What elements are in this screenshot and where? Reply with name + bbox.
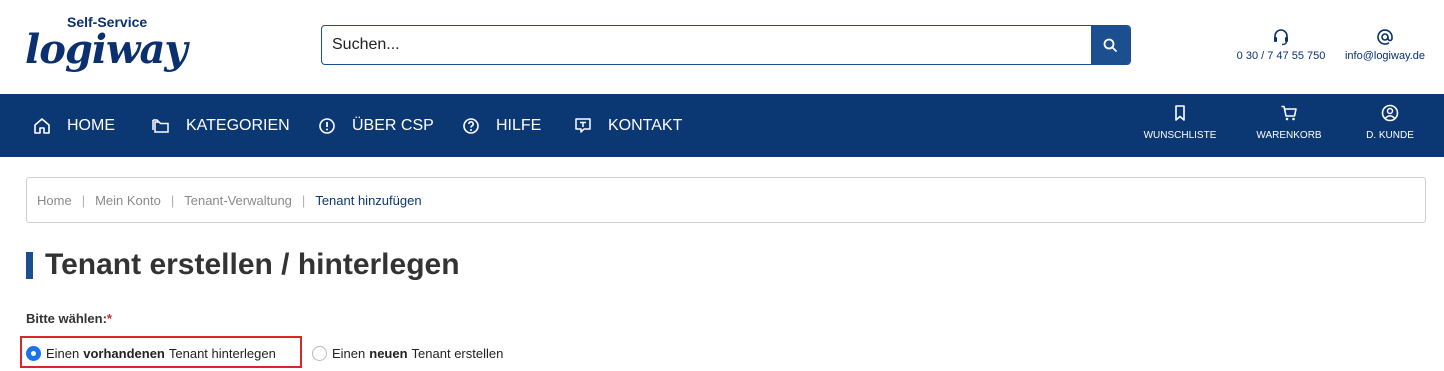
radio-selected-indicator[interactable]: [26, 346, 41, 361]
nav-item-ueber-csp[interactable]: ÜBER CSP: [317, 94, 434, 157]
nav-item-hilfe[interactable]: HILFE: [461, 94, 541, 157]
search-icon: [1103, 38, 1117, 52]
breadcrumb-current: Tenant hinzufügen: [315, 192, 422, 208]
choice-label-text: Bitte wählen:: [26, 311, 107, 326]
breadcrumb-mein-konto[interactable]: Mein Konto: [95, 193, 161, 208]
breadcrumb-tenant-verwaltung[interactable]: Tenant-Verwaltung: [184, 193, 292, 208]
page-title: Tenant erstellen / hinterlegen: [45, 248, 460, 281]
nav-wunschliste-label: WUNSCHLISTE: [1143, 130, 1217, 141]
title-accent-bar: [26, 252, 33, 279]
breadcrumb: Home | Mein Konto | Tenant-Verwaltung | …: [26, 177, 1426, 223]
nav-warenkorb[interactable]: WARENKORB: [1244, 94, 1334, 157]
contact-phone[interactable]: 0 30 / 7 47 55 750: [1232, 28, 1330, 62]
nav-item-label: ÜBER CSP: [352, 116, 434, 134]
breadcrumb-home[interactable]: Home: [37, 193, 72, 208]
contact-phone-text: 0 30 / 7 47 55 750: [1236, 50, 1326, 62]
bookmark-icon: [1175, 105, 1185, 121]
help-icon: [463, 117, 479, 134]
headset-icon: [1274, 29, 1288, 46]
logo[interactable]: Self-Service logiway: [25, 14, 188, 78]
at-icon: [1377, 29, 1393, 45]
cart-icon: [1281, 105, 1297, 121]
main-nav: HOME KATEGORIEN ÜBER CSP HILFE KONTAKT W…: [0, 94, 1444, 157]
radio-new-bold: neuen: [369, 346, 408, 361]
logo-main-text: logiway: [25, 26, 188, 73]
nav-item-kategorien[interactable]: KATEGORIEN: [151, 94, 290, 157]
required-mark: *: [106, 311, 112, 326]
nav-item-label: KONTAKT: [608, 116, 683, 134]
radio-existing-tenant[interactable]: Einen vorhandenen Tenant hinterlegen: [26, 346, 276, 361]
search-input[interactable]: [322, 26, 1092, 64]
home-icon: [34, 117, 50, 134]
nav-item-home[interactable]: HOME: [32, 94, 115, 157]
search-bar: [321, 25, 1131, 65]
contact-email-text: info@logiway.de: [1344, 50, 1426, 62]
nav-item-label: HILFE: [496, 116, 542, 134]
radio-existing-bold: vorhandenen: [83, 346, 165, 361]
breadcrumb-separator: |: [81, 192, 86, 208]
radio-unselected-indicator[interactable]: [312, 346, 327, 361]
contact-email[interactable]: info@logiway.de: [1340, 28, 1430, 62]
nav-kunde[interactable]: D. KUNDE: [1345, 94, 1435, 157]
folders-icon: [152, 118, 169, 133]
nav-item-label: HOME: [67, 116, 115, 134]
choice-label: Bitte wählen:*: [26, 311, 112, 326]
nav-item-label: KATEGORIEN: [186, 116, 290, 134]
nav-item-kontakt[interactable]: KONTAKT: [573, 94, 682, 157]
radio-new-tenant[interactable]: Einen neuen Tenant erstellen: [312, 346, 503, 361]
header: Self-Service logiway 0 30 / 7 47 55 750 …: [0, 0, 1444, 94]
nav-warenkorb-label: WARENKORB: [1256, 130, 1322, 141]
breadcrumb-separator: |: [170, 192, 175, 208]
breadcrumb-separator: |: [301, 192, 306, 208]
radio-existing-post: Tenant hinterlegen: [168, 346, 276, 361]
info-icon: [319, 117, 335, 134]
nav-kunde-label: D. KUNDE: [1366, 130, 1414, 141]
radio-existing-pre: Einen: [46, 346, 80, 361]
nav-wunschliste[interactable]: WUNSCHLISTE: [1135, 94, 1225, 157]
radio-new-pre: Einen: [332, 346, 366, 361]
chat-icon: [575, 117, 591, 133]
search-button[interactable]: [1091, 26, 1130, 64]
radio-new-post: Tenant erstellen: [411, 346, 504, 361]
user-icon: [1381, 104, 1399, 122]
